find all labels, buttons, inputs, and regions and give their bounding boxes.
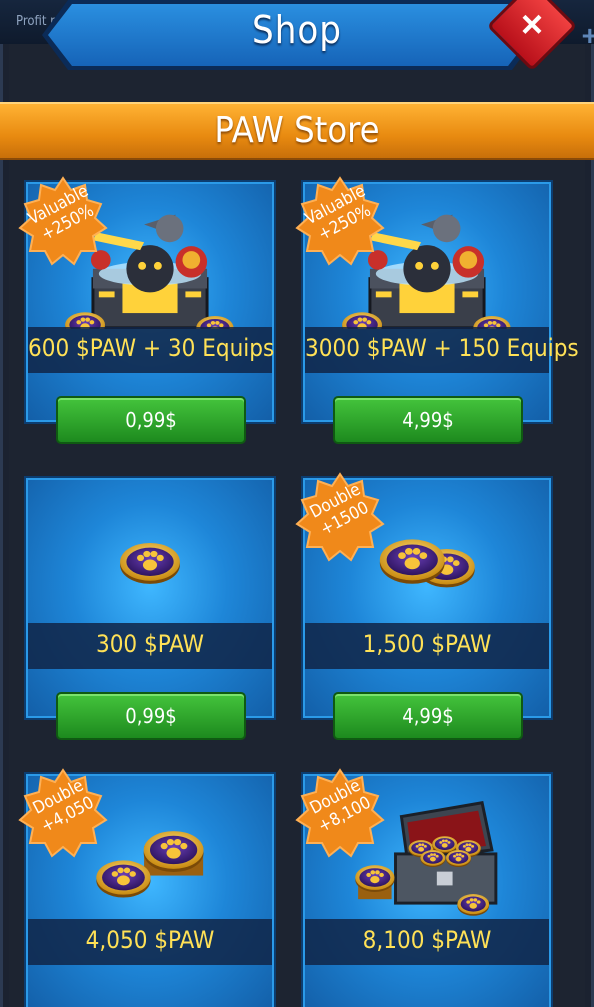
product-card-8100-paw[interactable]: 8,100 $PAW Double +8,100 — [303, 774, 551, 1007]
card-label: 300 $PAW — [95, 630, 205, 658]
product-card-3000-paw[interactable]: 3000 $PAW + 150 Equips 4,99$ Valuable +2… — [303, 182, 579, 444]
buy-button-price: 0,99$ — [125, 408, 177, 432]
close-icon: × — [520, 4, 544, 46]
bonus-badge: Double +8,100 — [295, 768, 385, 858]
product-card-300-paw[interactable]: 300 $PAW 0,99$ — [26, 478, 274, 740]
buy-button[interactable]: 4,99$ — [333, 692, 523, 740]
bonus-badge: Double +1500 — [295, 472, 385, 562]
store-title: PAW Store — [214, 110, 380, 151]
buy-button-price: 4,99$ — [402, 704, 454, 728]
card-label: 4,050 $PAW — [85, 926, 215, 954]
card-label: 600 $PAW + 30 Equips — [28, 334, 275, 362]
product-card-600-paw[interactable]: 600 $PAW + 30 Equips 0,99$ Valuable +250… — [26, 182, 275, 444]
buy-button-price: 4,99$ — [402, 408, 454, 432]
bonus-badge: Double +4,050 — [18, 768, 108, 858]
bonus-badge: Valuable +250% — [295, 176, 385, 266]
bonus-badge: Valuable +250% — [18, 176, 108, 266]
product-card-1500-paw[interactable]: 1,500 $PAW 4,99$ Double +1500 — [303, 478, 551, 740]
card-label: 1,500 $PAW — [362, 630, 492, 658]
store-section-header: PAW Store — [0, 102, 594, 160]
buy-button[interactable]: 0,99$ — [56, 396, 246, 444]
buy-button[interactable]: 0,99$ — [56, 692, 246, 740]
buy-button[interactable]: 4,99$ — [333, 396, 523, 444]
buy-button-price: 0,99$ — [125, 704, 177, 728]
product-card-4050-paw[interactable]: 4,050 $PAW Double +4,050 — [26, 774, 274, 1007]
close-button[interactable]: × — [486, 0, 578, 72]
card-label: 8,100 $PAW — [362, 926, 492, 954]
card-label: 3000 $PAW + 150 Equips — [305, 334, 579, 362]
single-paw-coin-icon — [120, 542, 180, 584]
